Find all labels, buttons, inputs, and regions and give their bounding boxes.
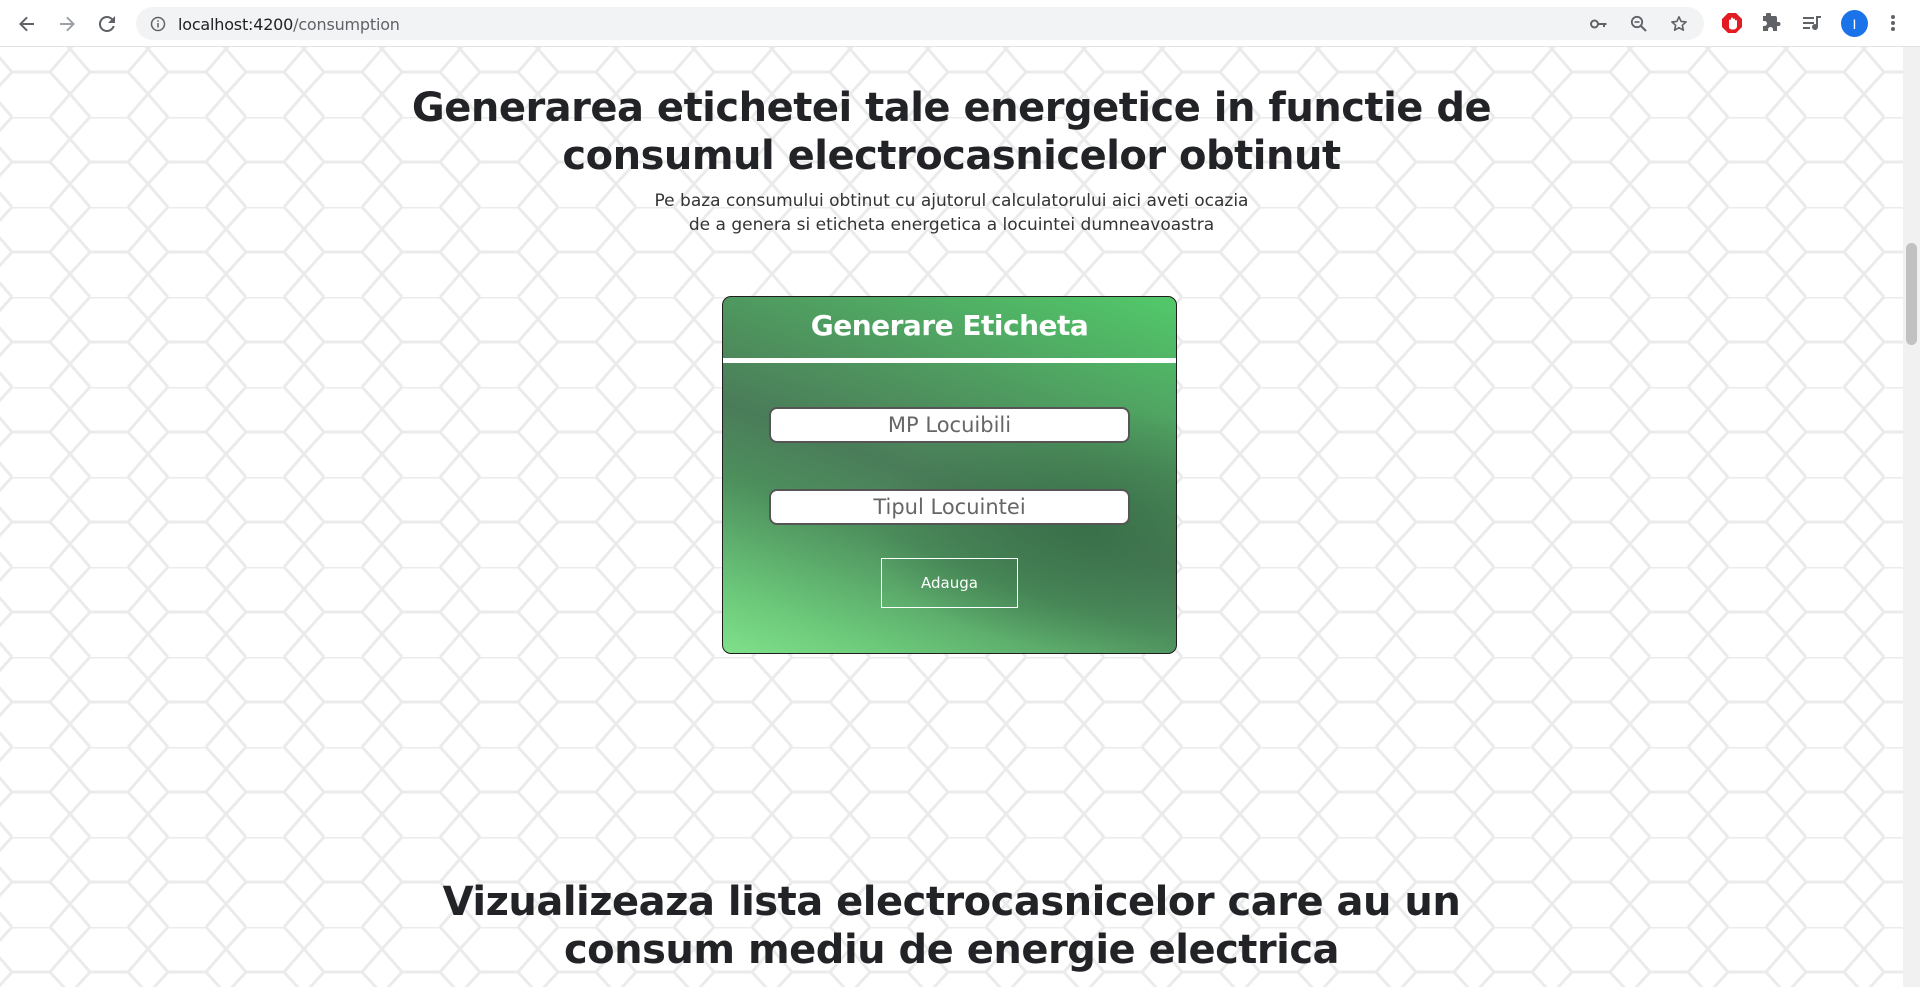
star-icon[interactable] (1669, 14, 1689, 34)
section2-title-line1: Vizualizeaza lista electrocasnicelor car… (442, 879, 1461, 925)
section1-subtitle: Pe baza consumului obtinut cu ajutorul c… (0, 189, 1903, 237)
card-divider (723, 358, 1176, 363)
reading-list-icon[interactable] (1800, 11, 1824, 35)
section2-title-line2: consum mediu de energie electrica (563, 927, 1340, 973)
page-content: Generarea etichetei tale energetice in f… (0, 47, 1903, 987)
zoom-icon[interactable] (1629, 14, 1649, 34)
adblock-icon[interactable] (1720, 11, 1744, 35)
section1-subtitle-line2: de a genera si eticheta energetica a loc… (688, 215, 1215, 235)
label-generator-card: Generare Eticheta Adauga (722, 296, 1177, 654)
card-title: Generare Eticheta (810, 309, 1089, 342)
reload-icon[interactable] (92, 9, 122, 39)
url-text: localhost:4200/consumption (178, 15, 400, 34)
section1-title: Generarea etichetei tale energetice in f… (0, 84, 1903, 180)
mp-locuibili-input[interactable] (769, 407, 1130, 443)
url-path: /consumption (293, 15, 400, 34)
profile-avatar[interactable]: I (1841, 10, 1868, 37)
section1-subtitle-line1: Pe baza consumului obtinut cu ajutorul c… (654, 191, 1249, 211)
section2-title: Vizualizeaza lista electrocasnicelor car… (0, 878, 1903, 974)
avatar-letter: I (1852, 15, 1857, 32)
section1-title-line2: consumul electrocasnicelor obtinut (562, 133, 1341, 179)
address-bar[interactable]: localhost:4200/consumption (136, 7, 1704, 40)
scrollbar-thumb[interactable] (1906, 243, 1917, 345)
adauga-button[interactable]: Adauga (881, 558, 1018, 608)
extensions-icon[interactable] (1760, 11, 1784, 35)
page-scrollbar[interactable] (1903, 47, 1920, 987)
forward-icon[interactable] (52, 9, 82, 39)
browser-toolbar: localhost:4200/consumption I (0, 0, 1920, 47)
back-icon[interactable] (12, 9, 42, 39)
tipul-locuintei-input[interactable] (769, 489, 1130, 525)
url-host: localhost:4200 (178, 15, 294, 34)
site-info-icon[interactable] (150, 16, 166, 37)
key-icon[interactable] (1589, 14, 1609, 34)
menu-icon[interactable] (1881, 11, 1905, 35)
section1-title-line1: Generarea etichetei tale energetice in f… (411, 85, 1492, 131)
